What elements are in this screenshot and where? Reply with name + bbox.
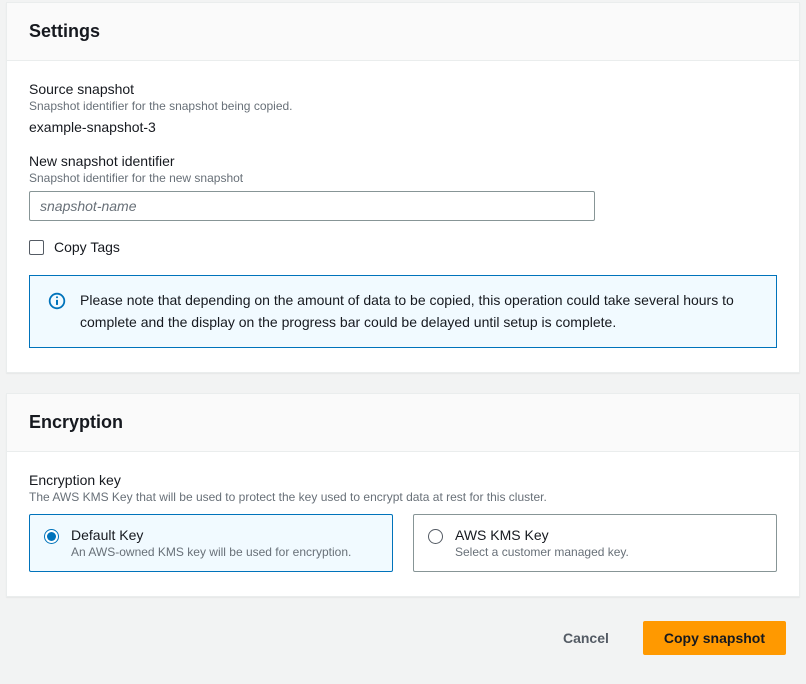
source-snapshot-label: Source snapshot xyxy=(29,81,777,97)
radio-title: AWS KMS Key xyxy=(455,527,629,543)
encryption-panel: Encryption Encryption key The AWS KMS Ke… xyxy=(6,393,800,597)
encryption-key-label: Encryption key xyxy=(29,472,777,488)
footer-actions: Cancel Copy snapshot xyxy=(0,617,806,665)
settings-header: Settings xyxy=(7,3,799,61)
settings-panel: Settings Source snapshot Snapshot identi… xyxy=(6,2,800,373)
source-snapshot-group: Source snapshot Snapshot identifier for … xyxy=(29,81,777,135)
info-icon xyxy=(48,292,66,310)
info-text: Please note that depending on the amount… xyxy=(80,290,758,333)
cancel-button[interactable]: Cancel xyxy=(543,621,629,655)
source-snapshot-desc: Snapshot identifier for the snapshot bei… xyxy=(29,99,777,113)
radio-icon xyxy=(428,529,443,544)
radio-content: Default Key An AWS-owned KMS key will be… xyxy=(71,527,351,559)
encryption-options: Default Key An AWS-owned KMS key will be… xyxy=(29,514,777,572)
settings-body: Source snapshot Snapshot identifier for … xyxy=(7,61,799,372)
radio-default-key[interactable]: Default Key An AWS-owned KMS key will be… xyxy=(29,514,393,572)
encryption-header: Encryption xyxy=(7,394,799,452)
settings-heading: Settings xyxy=(29,21,777,42)
new-identifier-group: New snapshot identifier Snapshot identif… xyxy=(29,153,777,221)
copy-snapshot-button[interactable]: Copy snapshot xyxy=(643,621,786,655)
radio-desc: Select a customer managed key. xyxy=(455,545,629,559)
copy-tags-label: Copy Tags xyxy=(54,239,120,255)
radio-aws-kms-key[interactable]: AWS KMS Key Select a customer managed ke… xyxy=(413,514,777,572)
new-identifier-input[interactable] xyxy=(29,191,595,221)
radio-title: Default Key xyxy=(71,527,351,543)
info-alert: Please note that depending on the amount… xyxy=(29,275,777,348)
new-identifier-label: New snapshot identifier xyxy=(29,153,777,169)
encryption-key-desc: The AWS KMS Key that will be used to pro… xyxy=(29,490,777,504)
copy-tags-checkbox[interactable]: Copy Tags xyxy=(29,239,777,255)
encryption-body: Encryption key The AWS KMS Key that will… xyxy=(7,452,799,596)
checkbox-box-icon xyxy=(29,240,44,255)
source-snapshot-value: example-snapshot-3 xyxy=(29,119,777,135)
radio-desc: An AWS-owned KMS key will be used for en… xyxy=(71,545,351,559)
new-identifier-desc: Snapshot identifier for the new snapshot xyxy=(29,171,777,185)
encryption-heading: Encryption xyxy=(29,412,777,433)
radio-icon xyxy=(44,529,59,544)
radio-content: AWS KMS Key Select a customer managed ke… xyxy=(455,527,629,559)
